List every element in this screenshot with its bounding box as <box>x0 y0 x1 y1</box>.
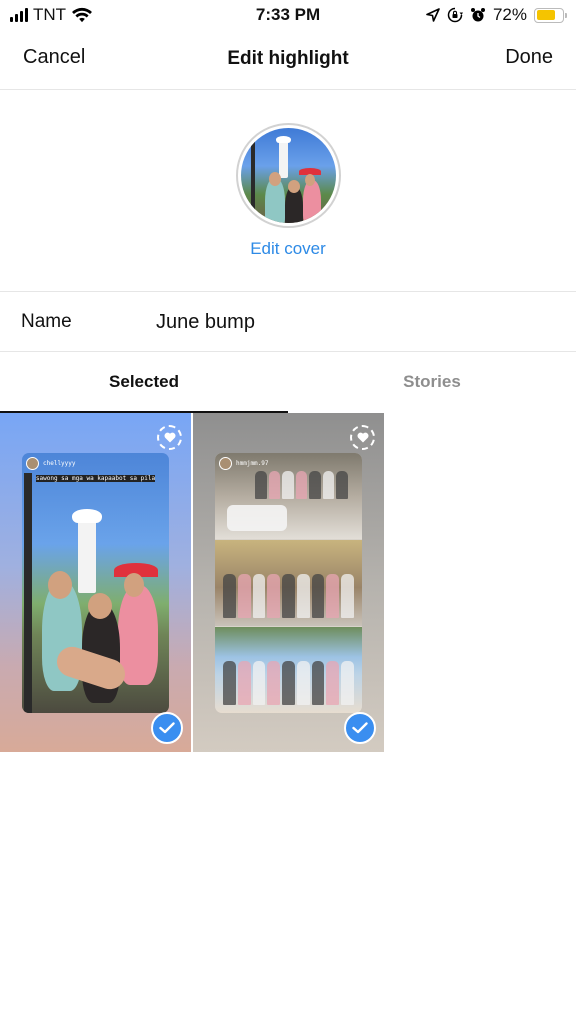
heart-icon <box>350 425 375 450</box>
collage-photo <box>215 540 362 626</box>
alarm-icon <box>470 8 485 22</box>
story-username: chellyyyy <box>43 460 76 467</box>
story-thumbnail: hmmjmm.97 <box>215 453 362 713</box>
battery-fill <box>536 10 555 20</box>
orientation-lock-icon <box>447 7 463 23</box>
story-thumbnail: chellyyyy sawong sa mga wa kapaabot sa p… <box>22 453 169 713</box>
highlight-cover[interactable] <box>236 123 341 228</box>
story-username: hmmjmm.97 <box>236 460 269 467</box>
cancel-button[interactable]: Cancel <box>23 46 85 69</box>
tab-bar: Selected Stories <box>0 352 576 413</box>
name-label: Name <box>21 311 72 332</box>
name-row: Name <box>0 291 576 352</box>
story-header: hmmjmm.97 <box>219 457 269 470</box>
page-title: Edit highlight <box>227 48 349 69</box>
avatar <box>26 457 39 470</box>
edit-cover-link[interactable]: Edit cover <box>0 239 576 259</box>
story-tile[interactable]: hmmjmm.97 <box>193 413 384 752</box>
battery-icon <box>534 7 567 23</box>
story-tile[interactable]: chellyyyy sawong sa mga wa kapaabot sa p… <box>0 413 191 752</box>
done-button[interactable]: Done <box>505 46 553 69</box>
status-right: 72% <box>426 5 567 25</box>
story-header: chellyyyy <box>26 457 76 470</box>
name-input[interactable] <box>156 306 556 338</box>
story-caption-text: sawong sa mga wa kapaabot sa pila <box>35 475 156 482</box>
avatar <box>219 457 232 470</box>
location-icon <box>426 8 440 22</box>
heart-icon <box>157 425 182 450</box>
status-bar: TNT 7:33 PM 72% <box>0 0 576 32</box>
checkmark-icon[interactable] <box>344 712 376 744</box>
navigation-bar: Cancel Edit highlight Done <box>0 32 576 90</box>
tab-stories[interactable]: Stories <box>288 352 576 413</box>
collage-photo <box>215 627 362 713</box>
cover-image <box>241 128 336 223</box>
checkmark-icon[interactable] <box>151 712 183 744</box>
battery-percent: 72% <box>492 5 527 24</box>
tab-selected[interactable]: Selected <box>0 352 288 413</box>
story-caption: sawong sa mga wa kapaabot sa pila <box>26 475 165 483</box>
